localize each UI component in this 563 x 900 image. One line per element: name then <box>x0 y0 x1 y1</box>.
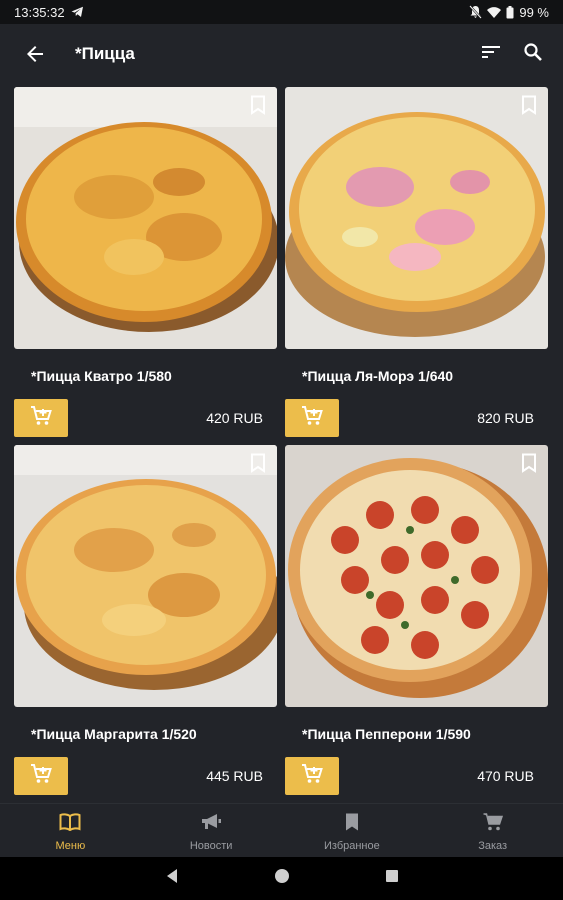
app-bar-actions <box>481 42 543 67</box>
add-to-cart-button[interactable] <box>285 399 339 437</box>
bookmark-icon[interactable] <box>520 95 538 115</box>
product-name: *Пицца Ля-Морэ 1/640 <box>302 368 454 384</box>
nav-item-favorites[interactable]: Избранное <box>282 804 423 857</box>
product-name: *Пицца Маргарита 1/520 <box>31 726 197 742</box>
nav-label: Заказ <box>478 840 508 852</box>
product-price: 445 RUB <box>206 768 263 784</box>
nav-label: Избранное <box>324 840 380 852</box>
book-icon <box>59 813 81 836</box>
product-image[interactable] <box>14 445 277 707</box>
cart-icon <box>483 813 503 836</box>
back-arrow-icon[interactable] <box>23 42 47 66</box>
page-title: *Пицца <box>75 44 135 63</box>
wifi-icon <box>487 6 502 18</box>
add-to-cart-icon <box>301 763 323 790</box>
add-to-cart-icon <box>301 405 323 432</box>
product-price: 470 RUB <box>477 768 534 784</box>
add-to-cart-button[interactable] <box>14 757 68 795</box>
system-nav-bar <box>0 857 563 900</box>
battery-percent: 99 % <box>519 4 549 20</box>
home-icon[interactable] <box>274 868 290 889</box>
status-time: 13:35:32 <box>14 4 65 20</box>
product-price: 820 RUB <box>477 410 534 426</box>
app-bar: *Пицца <box>0 24 563 84</box>
add-to-cart-button[interactable] <box>285 757 339 795</box>
megaphone-icon <box>200 813 222 836</box>
search-icon[interactable] <box>523 42 543 67</box>
bookmark-icon[interactable] <box>249 453 267 473</box>
status-left: 13:35:32 <box>0 5 84 20</box>
nav-label: Меню <box>55 840 86 852</box>
nav-label: Новости <box>189 840 233 852</box>
status-right: 99 % <box>469 5 563 20</box>
mute-icon <box>469 5 483 19</box>
product-image[interactable] <box>285 87 548 349</box>
product-name: *Пицца Пепперони 1/590 <box>302 726 471 742</box>
product-grid: *Пицца Кватро 1/580 420 RUB *Пицца Ля-Мо… <box>14 87 549 803</box>
product-image[interactable] <box>285 445 548 707</box>
product-name: *Пицца Кватро 1/580 <box>31 368 172 384</box>
battery-icon <box>506 5 514 19</box>
sort-icon[interactable] <box>481 44 501 65</box>
back-icon[interactable] <box>165 868 179 889</box>
bottom-nav: Меню Новости Избранное Заказ <box>0 803 563 857</box>
nav-item-news[interactable]: Новости <box>141 804 282 857</box>
nav-item-order[interactable]: Заказ <box>422 804 563 857</box>
product-image[interactable] <box>14 87 277 349</box>
add-to-cart-icon <box>30 763 52 790</box>
add-to-cart-button[interactable] <box>14 399 68 437</box>
bookmark-icon <box>344 813 360 836</box>
bookmark-icon[interactable] <box>520 453 538 473</box>
bookmark-icon[interactable] <box>249 95 267 115</box>
add-to-cart-icon <box>30 405 52 432</box>
nav-item-menu[interactable]: Меню <box>0 804 141 857</box>
product-card[interactable]: *Пицца Маргарита 1/520 445 RUB <box>14 445 277 797</box>
recents-icon[interactable] <box>385 869 399 888</box>
product-card[interactable]: *Пицца Ля-Морэ 1/640 820 RUB <box>285 87 548 439</box>
product-price: 420 RUB <box>206 410 263 426</box>
product-card[interactable]: *Пицца Пепперони 1/590 470 RUB <box>285 445 548 797</box>
product-card[interactable]: *Пицца Кватро 1/580 420 RUB <box>14 87 277 439</box>
telegram-icon <box>71 6 84 18</box>
status-bar: 13:35:32 99 % <box>0 0 563 24</box>
